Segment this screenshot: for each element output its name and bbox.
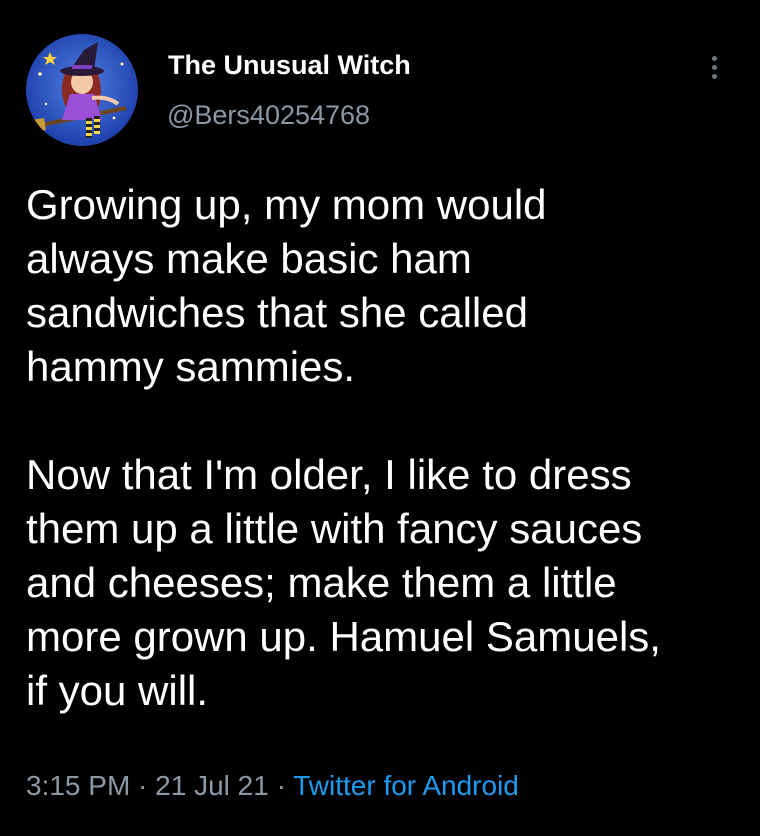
tweet-source-link[interactable]: Twitter for Android (293, 770, 519, 801)
tweet-line: always make basic ham (26, 235, 472, 282)
separator: · (268, 770, 294, 801)
tweet-line: Now that I'm older, I like to dress (26, 451, 632, 498)
tweet-paragraph: Growing up, my mom would always make bas… (26, 178, 736, 394)
tweet: The Unusual Witch @Bers40254768 Growing … (0, 0, 760, 836)
tweet-line: Growing up, my mom would (26, 181, 547, 228)
tweet-line: hammy sammies. (26, 343, 356, 390)
tweet-text: Growing up, my mom would always make bas… (26, 178, 736, 718)
tweet-line: them up a little with fancy sauces (26, 505, 643, 552)
tweet-line: if you will. (26, 667, 209, 714)
tweet-time[interactable]: 3:15 PM (26, 770, 130, 801)
separator: · (130, 770, 156, 801)
avatar[interactable] (26, 34, 138, 146)
display-name[interactable]: The Unusual Witch (168, 50, 411, 81)
tweet-line: more grown up. Hamuel Samuels, (26, 613, 661, 660)
tweet-line: sandwiches that she called (26, 289, 528, 336)
tweet-line: and cheeses; make them a little (26, 559, 617, 606)
tweet-date[interactable]: 21 Jul 21 (155, 770, 269, 801)
tweet-paragraph: Now that I'm older, I like to dress them… (26, 448, 736, 718)
witch-avatar-image (26, 34, 138, 146)
user-handle[interactable]: @Bers40254768 (167, 100, 370, 131)
more-vertical-icon[interactable] (700, 50, 730, 84)
tweet-metadata: 3:15 PM · 21 Jul 21 · Twitter for Androi… (26, 770, 519, 802)
